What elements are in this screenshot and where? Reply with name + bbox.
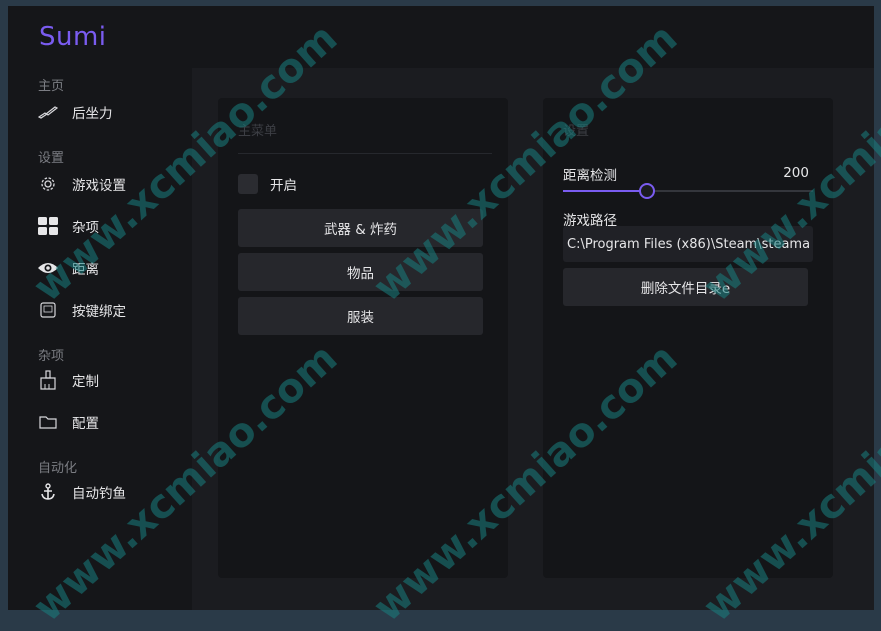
brush-icon <box>34 369 62 391</box>
card-title: 设置 <box>563 124 590 139</box>
sidebar-item-label: 后坐力 <box>72 106 113 122</box>
anchor-icon <box>34 481 62 503</box>
nav-section-automation: 自动化 <box>38 461 78 476</box>
sidebar: Sumi 主页 后坐力 设置 游戏设置 杂项 距离 按键绑定 杂项 定制 配置 … <box>8 6 192 610</box>
sidebar-item-label: 杂项 <box>72 220 99 236</box>
divider <box>238 153 492 154</box>
distance-label: 距离检测 <box>563 168 617 184</box>
checkbox-label: 开启 <box>270 178 297 194</box>
main-content: 主菜单 开启 武器 & 炸药 物品 服装 设置 距离检测 200 游戏路径 删除… <box>192 68 874 610</box>
distance-value: 200 <box>783 165 809 181</box>
enable-checkbox[interactable] <box>238 174 258 194</box>
sidebar-item-game-settings[interactable]: 游戏设置 <box>34 169 184 199</box>
sidebar-item-label: 游戏设置 <box>72 178 126 194</box>
nav-section-misc: 杂项 <box>38 349 65 364</box>
game-path-input[interactable] <box>563 226 813 262</box>
sidebar-item-customize[interactable]: 定制 <box>34 365 184 395</box>
sidebar-item-label: 自动钓鱼 <box>72 486 126 502</box>
eye-icon <box>34 257 62 279</box>
sidebar-item-label: 配置 <box>72 416 99 432</box>
nav-section-home: 主页 <box>38 79 65 94</box>
card-title: 主菜单 <box>238 124 278 139</box>
weapons-explosives-button[interactable]: 武器 & 炸药 <box>238 209 483 247</box>
folder-icon <box>34 411 62 433</box>
sidebar-item-config[interactable]: 配置 <box>34 407 184 437</box>
sidebar-item-label: 按键绑定 <box>72 304 126 320</box>
gear-icon <box>34 173 62 195</box>
sidebar-item-keybinds[interactable]: 按键绑定 <box>34 295 184 325</box>
rifle-icon <box>34 101 62 123</box>
distance-slider[interactable] <box>563 183 813 199</box>
sidebar-item-label: 定制 <box>72 374 99 390</box>
sidebar-item-auto-fishing[interactable]: 自动钓鱼 <box>34 477 184 507</box>
sidebar-item-label: 距离 <box>72 262 99 278</box>
keyboard-key-icon <box>34 299 62 321</box>
slider-thumb[interactable] <box>638 183 655 199</box>
nav-section-settings: 设置 <box>38 151 65 166</box>
sidebar-item-distance[interactable]: 距离 <box>34 253 184 283</box>
slider-fill <box>563 190 646 192</box>
settings-card: 设置 距离检测 200 游戏路径 删除文件目录e <box>543 98 833 578</box>
sidebar-item-misc[interactable]: 杂项 <box>34 211 184 241</box>
brand-logo: Sumi <box>39 22 107 52</box>
enable-checkbox-row[interactable]: 开启 <box>238 174 297 194</box>
app-window: Sumi 主页 后坐力 设置 游戏设置 杂项 距离 按键绑定 杂项 定制 配置 … <box>8 6 874 610</box>
grid-icon <box>34 215 62 237</box>
main-menu-card: 主菜单 开启 武器 & 炸药 物品 服装 <box>218 98 508 578</box>
items-button[interactable]: 物品 <box>238 253 483 291</box>
sidebar-item-recoil[interactable]: 后坐力 <box>34 97 184 127</box>
clothing-button[interactable]: 服装 <box>238 297 483 335</box>
delete-directory-button[interactable]: 删除文件目录e <box>563 268 808 306</box>
